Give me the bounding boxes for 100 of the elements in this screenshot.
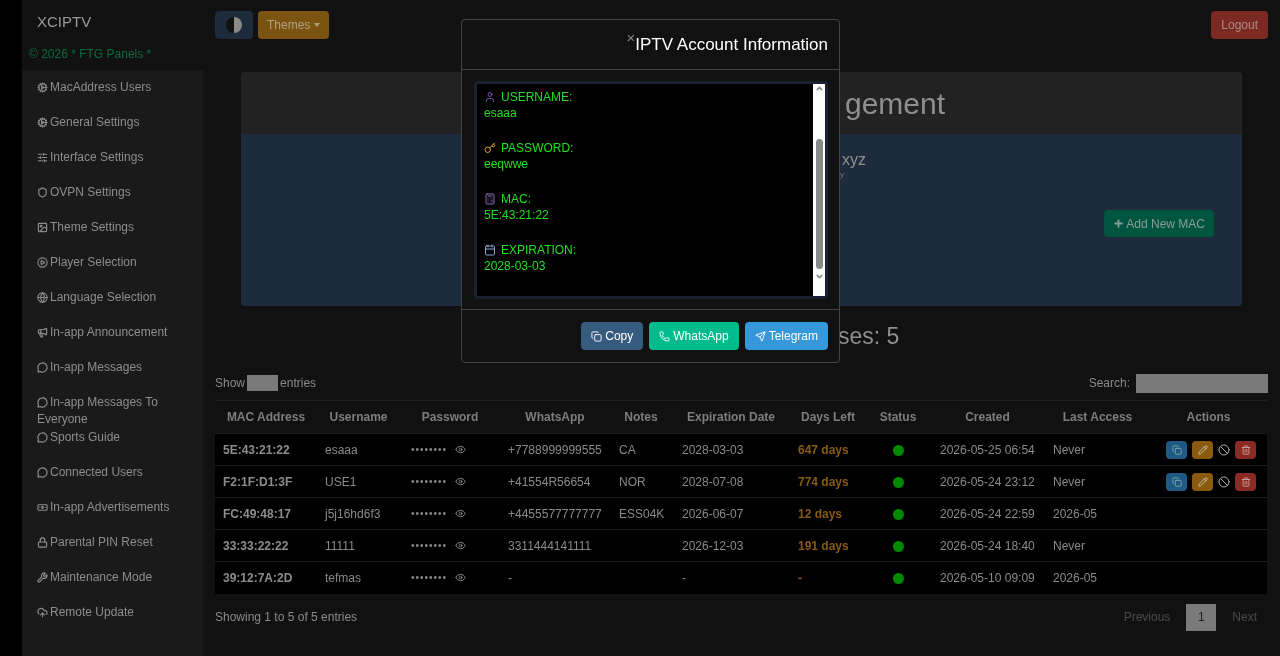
add-mac-button[interactable]: Add New MAC: [1104, 210, 1214, 237]
menu-icon: [37, 397, 48, 408]
username-cell: j5j16hd6f3: [325, 506, 381, 521]
block-icon[interactable]: [1218, 443, 1230, 456]
eye-icon[interactable]: [455, 540, 466, 551]
eye-icon[interactable]: [455, 572, 466, 584]
block-icon[interactable]: [1218, 475, 1230, 488]
mac-cell: 5E:43:21:22: [223, 442, 290, 457]
column-header[interactable]: Notes: [624, 410, 658, 424]
sidebar-item[interactable]: Interface Settings: [22, 149, 203, 184]
menu-icon: [37, 502, 48, 513]
scroll-thumb[interactable]: [815, 139, 823, 269]
modal-title: IPTV Account Information: [635, 34, 828, 56]
edit-button[interactable]: [1192, 472, 1213, 491]
search-field[interactable]: [1136, 373, 1268, 393]
logout-button[interactable]: Logout: [1211, 11, 1268, 39]
sidebar-item[interactable]: Parental PIN Reset: [22, 534, 203, 569]
password-cell-text: ••••••••: [411, 571, 447, 586]
menu-icon: [37, 327, 48, 338]
column-header[interactable]: WhatsApp: [525, 410, 585, 424]
password-cell-text: ••••••••: [411, 539, 447, 553]
scrollbar[interactable]: [813, 84, 825, 296]
menu-icon: [37, 432, 48, 443]
count-heading: ses: 5: [838, 321, 900, 351]
mac-cell: FC:49:48:17: [223, 506, 292, 521]
sidebar-item[interactable]: Theme Settings: [22, 219, 203, 254]
expiration-cell: 2026-12-03: [682, 538, 744, 553]
created-cell: 2026-05-25 06:54: [940, 442, 1035, 457]
edit-icon: [1197, 476, 1208, 487]
sidebar-item[interactable]: Maintenance Mode: [22, 569, 203, 604]
eye-icon[interactable]: [455, 508, 466, 519]
page-button[interactable]: 1: [1186, 603, 1217, 631]
column-header[interactable]: Actions: [1186, 410, 1231, 424]
whatsapp-cell: +41554R56654: [508, 474, 591, 489]
column-header[interactable]: Days Left: [801, 410, 855, 424]
theme-toggle-button[interactable]: [215, 11, 253, 39]
delete-button[interactable]: [1235, 440, 1256, 459]
notes-cell: CA: [619, 442, 636, 457]
last-access-cell: Never: [1053, 474, 1085, 489]
column-header[interactable]: MAC Address: [226, 410, 306, 424]
copy-button[interactable]: [1166, 472, 1187, 491]
days-left-cell: 12 days: [798, 506, 843, 521]
last-access-cell: Never: [1053, 442, 1085, 457]
plus-icon: [1113, 218, 1125, 229]
close-button[interactable]: ×: [626, 32, 636, 44]
trash-icon: [1240, 444, 1251, 455]
field-label: EXPIRATION:: [501, 241, 577, 259]
column-header[interactable]: Expiration Date: [687, 410, 775, 424]
column-header[interactable]: Username: [329, 410, 388, 424]
trash-icon: [1240, 476, 1251, 487]
sidebar-item[interactable]: Remote Update: [22, 604, 203, 639]
scroll-up-icon[interactable]: [814, 84, 824, 93]
column-header[interactable]: Last Access: [1062, 410, 1133, 424]
sidebar-item[interactable]: Language Selection: [22, 289, 203, 324]
card-subtitle: xyz: [842, 150, 867, 170]
sidebar-item[interactable]: Player Selection: [22, 254, 203, 289]
copy-button[interactable]: Copy: [581, 322, 644, 350]
eye-icon[interactable]: [455, 444, 466, 455]
user-icon: [484, 90, 496, 103]
table-info: Showing 1 to 5 of 5 entries: [215, 609, 358, 626]
eye-icon[interactable]: [455, 476, 466, 487]
entries-select[interactable]: [247, 375, 279, 391]
whatsapp-cell: +4455577777777: [508, 506, 602, 521]
account-text-area[interactable]: USERNAME: esaaa PASSWORD: eeqwwe MAC: 5E:43:21:22 EXPIRATION: 2028-03-03: [474, 81, 828, 299]
card-heading: gement: [845, 85, 946, 122]
column-header[interactable]: Created: [965, 410, 1010, 424]
sidebar-item[interactable]: In-app Messages: [22, 359, 203, 394]
sidebar-item[interactable]: In-app Announcement: [22, 324, 203, 359]
calendar-icon: [484, 243, 496, 256]
menu-icon: [37, 537, 48, 548]
sidebar-item[interactable]: Connected Users: [22, 464, 203, 499]
password-cell-text: ••••••••: [411, 507, 447, 521]
whatsapp-cell: +7788999999555: [508, 442, 602, 457]
expiration-cell: -: [682, 570, 686, 585]
column-header[interactable]: Status: [879, 410, 917, 424]
sidebar-item[interactable]: OVPN Settings: [22, 184, 203, 219]
menu-icon: [37, 467, 48, 478]
edit-button[interactable]: [1192, 440, 1213, 459]
whatsapp-cell: -: [508, 570, 512, 585]
menu-icon: [37, 257, 48, 268]
delete-button[interactable]: [1235, 472, 1256, 491]
copy-button[interactable]: [1166, 440, 1187, 459]
sidebar-item[interactable]: Sports Guide: [22, 429, 203, 464]
sidebar-item[interactable]: General Settings: [22, 114, 203, 149]
search-label: Search:: [1088, 375, 1130, 392]
column-header[interactable]: Password: [421, 410, 479, 424]
sidebar-item[interactable]: MacAddress Users: [22, 79, 203, 114]
mac-cell: 39:12:7A:2D: [223, 570, 293, 585]
caret-icon: [314, 23, 321, 27]
sidebar-item[interactable]: In-app Messages To Everyone: [22, 394, 203, 429]
field-value: esaaa: [484, 105, 518, 122]
menu-icon: [37, 362, 48, 373]
mac-cell: F2:1F:D1:3F: [223, 474, 293, 489]
whatsapp-cell: 3311444141111: [508, 538, 592, 553]
scroll-down-icon[interactable]: [814, 272, 824, 281]
sidebar-item[interactable]: In-app Advertisements: [22, 499, 203, 534]
field-label: USERNAME:: [501, 88, 573, 106]
telegram-button[interactable]: Telegram: [744, 322, 828, 350]
password-cell-text: ••••••••: [411, 443, 447, 457]
key-icon: [484, 141, 496, 154]
